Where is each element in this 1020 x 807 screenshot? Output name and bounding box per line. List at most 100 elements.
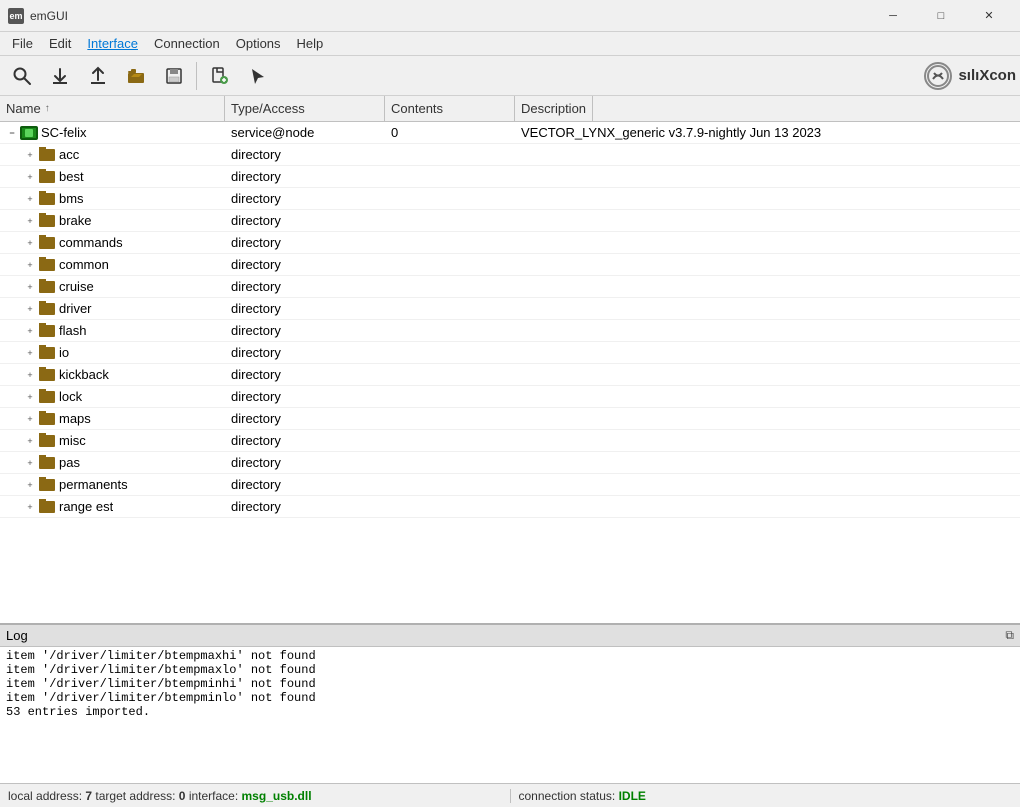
col-contents[interactable]: Contents: [385, 96, 515, 121]
child-expand-btn-16[interactable]: +: [22, 499, 38, 515]
child-type-0: directory: [225, 147, 385, 162]
child-name-cell-2: + bms: [0, 191, 225, 207]
target-address-label: target address:: [95, 789, 175, 803]
open-button[interactable]: [118, 59, 154, 93]
col-name[interactable]: Name ↑: [0, 96, 225, 121]
silix-logo: sılıXcon: [924, 62, 1016, 90]
child-expand-btn-4[interactable]: +: [22, 235, 38, 251]
child-name-cell-14: + pas: [0, 455, 225, 471]
menu-options[interactable]: Options: [228, 34, 289, 53]
log-entry: item '/driver/limiter/btempminlo' not fo…: [6, 691, 1014, 705]
child-type-4: directory: [225, 235, 385, 250]
tree-row-range-est[interactable]: + range est directory: [0, 496, 1020, 518]
child-expand-btn-14[interactable]: +: [22, 455, 38, 471]
save-button[interactable]: [156, 59, 192, 93]
child-expand-btn-8[interactable]: +: [22, 323, 38, 339]
child-name-cell-16: + range est: [0, 499, 225, 515]
child-expand-btn-1[interactable]: +: [22, 169, 38, 185]
status-bar: local address: 7 target address: 0 inter…: [0, 783, 1020, 807]
scrollbar-spacer: [593, 96, 609, 121]
child-expand-btn-0[interactable]: +: [22, 147, 38, 163]
child-label-7: driver: [59, 301, 92, 316]
folder-icon-3: [38, 214, 56, 228]
child-expand-btn-6[interactable]: +: [22, 279, 38, 295]
status-left: local address: 7 target address: 0 inter…: [0, 789, 511, 803]
menu-connection[interactable]: Connection: [146, 34, 228, 53]
tree-row-permanents[interactable]: + permanents directory: [0, 474, 1020, 496]
tree-row-best[interactable]: + best directory: [0, 166, 1020, 188]
child-type-10: directory: [225, 367, 385, 382]
tree-row-commands[interactable]: + commands directory: [0, 232, 1020, 254]
child-name-cell-9: + io: [0, 345, 225, 361]
child-expand-btn-9[interactable]: +: [22, 345, 38, 361]
target-address-value: 0: [179, 789, 189, 803]
tree-row-root[interactable]: − SC-felix service@node 0 VECTOR_LYNX_ge…: [0, 122, 1020, 144]
tree-row-pas[interactable]: + pas directory: [0, 452, 1020, 474]
child-expand-btn-12[interactable]: +: [22, 411, 38, 427]
child-label-1: best: [59, 169, 84, 184]
tree-row-kickback[interactable]: + kickback directory: [0, 364, 1020, 386]
log-restore-button[interactable]: ⧉: [1005, 628, 1014, 643]
child-label-2: bms: [59, 191, 84, 206]
download-button[interactable]: [42, 59, 78, 93]
local-address-value: 7: [85, 789, 95, 803]
child-expand-btn-2[interactable]: +: [22, 191, 38, 207]
child-expand-btn-13[interactable]: +: [22, 433, 38, 449]
child-label-11: lock: [59, 389, 82, 404]
col-type[interactable]: Type/Access: [225, 96, 385, 121]
menu-file[interactable]: File: [4, 34, 41, 53]
tree-row-lock[interactable]: + lock directory: [0, 386, 1020, 408]
add-doc-button[interactable]: [201, 59, 237, 93]
tree-row-io[interactable]: + io directory: [0, 342, 1020, 364]
folder-icon-16: [38, 500, 56, 514]
tree-row-common[interactable]: + common directory: [0, 254, 1020, 276]
tree-row-brake[interactable]: + brake directory: [0, 210, 1020, 232]
search-button[interactable]: [4, 59, 40, 93]
child-name-cell-15: + permanents: [0, 477, 225, 493]
interface-value: msg_usb.dll: [242, 789, 312, 803]
child-name-cell-13: + misc: [0, 433, 225, 449]
child-type-16: directory: [225, 499, 385, 514]
log-entry: item '/driver/limiter/btempminhi' not fo…: [6, 677, 1014, 691]
close-button[interactable]: ✕: [966, 1, 1012, 31]
child-expand-btn-15[interactable]: +: [22, 477, 38, 493]
child-expand-btn-11[interactable]: +: [22, 389, 38, 405]
connection-value: IDLE: [619, 789, 646, 803]
tree-row-driver[interactable]: + driver directory: [0, 298, 1020, 320]
log-entry: item '/driver/limiter/btempmaxlo' not fo…: [6, 663, 1014, 677]
tree-row-cruise[interactable]: + cruise directory: [0, 276, 1020, 298]
child-name-cell-4: + commands: [0, 235, 225, 251]
tree-row-misc[interactable]: + misc directory: [0, 430, 1020, 452]
child-type-6: directory: [225, 279, 385, 294]
child-type-3: directory: [225, 213, 385, 228]
status-right: connection status: IDLE: [511, 789, 1020, 803]
root-contents: 0: [385, 125, 515, 140]
menu-edit[interactable]: Edit: [41, 34, 79, 53]
col-description[interactable]: Description: [515, 96, 593, 121]
child-expand-btn-3[interactable]: +: [22, 213, 38, 229]
tree-row-acc[interactable]: + acc directory: [0, 144, 1020, 166]
cursor-button[interactable]: [239, 59, 275, 93]
menu-help[interactable]: Help: [289, 34, 332, 53]
toolbar-right: sılıXcon: [924, 62, 1016, 90]
minimize-button[interactable]: ─: [870, 1, 916, 31]
child-expand-btn-7[interactable]: +: [22, 301, 38, 317]
tree-rows[interactable]: − SC-felix service@node 0 VECTOR_LYNX_ge…: [0, 122, 1020, 623]
child-label-10: kickback: [59, 367, 109, 382]
app-icon: em: [8, 8, 24, 24]
silix-icon: [924, 62, 952, 90]
tree-row-flash[interactable]: + flash directory: [0, 320, 1020, 342]
child-type-14: directory: [225, 455, 385, 470]
root-expand-btn[interactable]: −: [4, 125, 20, 141]
toolbar: sılıXcon: [0, 56, 1020, 96]
tree-row-bms[interactable]: + bms directory: [0, 188, 1020, 210]
upload-button[interactable]: [80, 59, 116, 93]
log-content[interactable]: item '/driver/limiter/btempmaxhi' not fo…: [0, 647, 1020, 783]
root-description: VECTOR_LYNX_generic v3.7.9-nightly Jun 1…: [515, 125, 1020, 140]
tree-row-maps[interactable]: + maps directory: [0, 408, 1020, 430]
maximize-button[interactable]: □: [918, 1, 964, 31]
main-content: Name ↑ Type/Access Contents Description …: [0, 96, 1020, 783]
menu-interface[interactable]: Interface: [79, 34, 146, 53]
child-expand-btn-5[interactable]: +: [22, 257, 38, 273]
child-expand-btn-10[interactable]: +: [22, 367, 38, 383]
